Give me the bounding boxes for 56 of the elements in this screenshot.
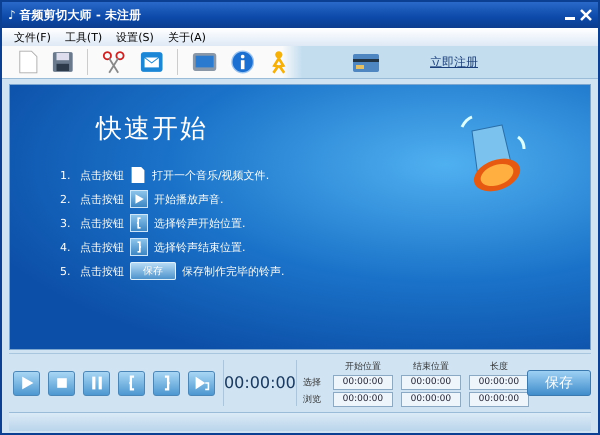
menu-item[interactable]: 设置(S) <box>116 30 154 44</box>
scissors-icon[interactable] <box>102 49 126 75</box>
time-field[interactable]: 00:00:00 <box>332 392 393 406</box>
step-text: 保存制作完毕的铃声. <box>182 264 284 278</box>
step-prefix: 点击按钮 <box>80 192 124 206</box>
step-number: 3. <box>60 216 72 230</box>
step-number: 2. <box>60 192 72 206</box>
panel-heading: 快速开始 <box>96 113 209 146</box>
time-field[interactable]: 00:00:00 <box>400 374 461 390</box>
blank-page-icon[interactable] <box>18 49 38 75</box>
info-icon[interactable] <box>231 49 254 75</box>
close-icon[interactable] <box>580 9 592 21</box>
right-bracket-icon <box>136 241 142 253</box>
column-header: 长度 <box>488 360 509 372</box>
column-header: 结束位置 <box>412 360 450 372</box>
step-number: 1. <box>60 168 72 182</box>
step-text: 打开一个音乐/视频文件. <box>152 168 270 182</box>
envelope-icon[interactable] <box>140 50 164 74</box>
row-label: 浏览 <box>302 394 322 406</box>
step-text: 选择铃声结束位置. <box>154 240 246 254</box>
column-header: 开始位置 <box>344 360 382 372</box>
step-number: 4. <box>60 240 72 254</box>
menu-item[interactable]: 关于(A) <box>168 30 206 44</box>
monitor-icon[interactable] <box>192 50 218 74</box>
start-button[interactable] <box>118 370 145 396</box>
left-bracket-icon <box>136 217 142 229</box>
save-button-sample: 保存 <box>130 262 176 280</box>
stop-button[interactable] <box>48 370 75 396</box>
step-prefix: 点击按钮 <box>80 264 124 278</box>
end-button[interactable] <box>153 370 180 396</box>
step-text: 开始播放声音. <box>154 192 224 206</box>
play-range-button[interactable] <box>188 370 215 396</box>
menu-item[interactable]: 工具(T) <box>64 30 102 44</box>
music-note-icon: ♪ <box>8 8 16 22</box>
left-bracket-icon <box>128 375 136 391</box>
row-label: 选择 <box>302 376 322 388</box>
menu-item[interactable]: 文件(F) <box>14 30 51 44</box>
time-field[interactable]: 00:00:00 <box>332 374 393 390</box>
blank-page-icon <box>130 167 146 183</box>
play-button[interactable] <box>13 370 40 396</box>
window-title: 音频剪切大师 - 未注册 <box>20 6 142 24</box>
right-bracket-icon <box>162 375 170 391</box>
time-field[interactable]: 00:00:00 <box>400 392 461 406</box>
play-icon <box>133 193 145 205</box>
time-display: 00:00:00 <box>224 360 297 406</box>
time-field[interactable]: 00:00:00 <box>468 392 529 406</box>
register-link[interactable]: 立即注册 <box>430 54 478 70</box>
pause-button[interactable] <box>83 370 110 396</box>
step-prefix: 点击按钮 <box>80 240 124 254</box>
credit-card-icon <box>352 51 380 73</box>
step-text: 选择铃声开始位置. <box>154 216 246 230</box>
play-selection-icon <box>194 375 210 391</box>
step-prefix: 点击按钮 <box>80 216 124 230</box>
time-field[interactable]: 00:00:00 <box>468 374 529 390</box>
step-number: 5. <box>60 264 72 278</box>
step-prefix: 点击按钮 <box>80 168 124 182</box>
